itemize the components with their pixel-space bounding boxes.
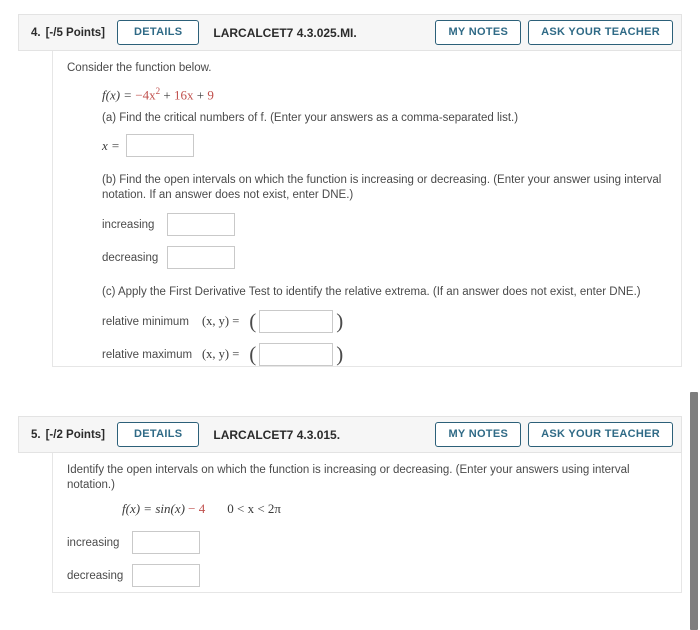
formula-op-1: + — [160, 87, 174, 103]
formula-op-2: + — [193, 87, 208, 103]
formula-constant: − 4 — [188, 501, 206, 516]
relative-minimum-input[interactable] — [259, 310, 334, 334]
part-b-prompt: (b) Find the open intervals on which the… — [102, 174, 662, 202]
part-c-prompt: (c) Apply the First Derivative Test to i… — [102, 286, 641, 299]
formula-term-1: −4x — [135, 87, 156, 103]
part-c-maximum-row: relative maximum (x, y) = ( ) — [102, 342, 667, 367]
details-button[interactable]: DETAILS — [117, 422, 200, 447]
ask-your-teacher-button[interactable]: ASK YOUR TEACHER — [528, 20, 673, 45]
formula-domain: 0 < x < 2π — [227, 501, 281, 516]
formula-term-2: 16x — [174, 87, 194, 103]
decreasing-label: decreasing — [102, 251, 159, 264]
question-code: LARCALCET7 4.3.025.MI. — [213, 25, 357, 40]
question-header-4: 4. [-/5 Points] DETAILS LARCALCET7 4.3.0… — [18, 14, 682, 51]
question-header-5: 5. [-/2 Points] DETAILS LARCALCET7 4.3.0… — [18, 416, 682, 453]
part-c-minimum-row: relative minimum (x, y) = ( ) — [102, 309, 667, 334]
page-scrollbar[interactable] — [688, 0, 700, 630]
formula-lhs: f(x) = — [102, 87, 136, 103]
part-b-decreasing-row: decreasing — [102, 246, 667, 270]
scrollbar-thumb[interactable] — [690, 392, 698, 630]
close-paren: ) — [336, 309, 344, 334]
decreasing-label: decreasing — [67, 569, 124, 582]
decreasing-input[interactable] — [132, 564, 200, 587]
relative-maximum-input[interactable] — [259, 343, 334, 367]
my-notes-button[interactable]: MY NOTES — [435, 422, 522, 447]
function-formula: f(x) = −4x2 + 16x + 9 — [102, 86, 667, 103]
relative-minimum-label: relative minimum — [102, 315, 189, 328]
close-paren: ) — [336, 342, 344, 367]
part-a-field-row: x = — [102, 134, 667, 158]
question-number: 4. — [31, 26, 41, 39]
question-intro: Consider the function below. — [67, 62, 212, 74]
open-paren: ( — [249, 309, 257, 334]
question-points: [-/2 Points] — [45, 428, 106, 441]
part-a-x-label: x = — [102, 137, 120, 153]
question-block-4: 4. [-/5 Points] DETAILS LARCALCET7 4.3.0… — [18, 14, 682, 367]
increasing-input[interactable] — [167, 213, 235, 237]
formula-lhs: f(x) = sin(x) — [122, 501, 189, 516]
open-paren: ( — [249, 342, 257, 367]
question-number: 5. — [31, 428, 41, 441]
relative-maximum-xy-label: (x, y) = — [202, 347, 240, 362]
part-a-prompt: (a) Find the critical numbers of f. (Ent… — [102, 112, 519, 125]
critical-numbers-input[interactable] — [125, 134, 194, 158]
part-b-increasing-row: increasing — [102, 213, 667, 237]
function-formula: f(x) = sin(x) − 4 0 < x < 2π — [122, 501, 667, 517]
increasing-input[interactable] — [132, 531, 200, 554]
increasing-row: increasing — [67, 531, 667, 554]
question-code: LARCALCET7 4.3.015. — [213, 427, 341, 442]
question-intro: Identify the open intervals on which the… — [67, 464, 630, 491]
increasing-label: increasing — [102, 218, 155, 231]
decreasing-row: decreasing — [67, 564, 667, 587]
increasing-label: increasing — [67, 536, 120, 549]
question-body-4: Consider the function below. f(x) = −4x2… — [52, 51, 682, 367]
details-button[interactable]: DETAILS — [117, 20, 200, 45]
relative-minimum-xy-label: (x, y) = — [202, 314, 240, 329]
my-notes-button[interactable]: MY NOTES — [435, 20, 522, 45]
formula-term-3: 9 — [207, 87, 214, 103]
question-points: [-/5 Points] — [45, 26, 106, 39]
question-body-5: Identify the open intervals on which the… — [52, 453, 682, 593]
relative-maximum-label: relative maximum — [102, 348, 193, 361]
decreasing-input[interactable] — [167, 246, 235, 270]
question-block-5: 5. [-/2 Points] DETAILS LARCALCET7 4.3.0… — [18, 416, 682, 593]
ask-your-teacher-button[interactable]: ASK YOUR TEACHER — [528, 422, 673, 447]
